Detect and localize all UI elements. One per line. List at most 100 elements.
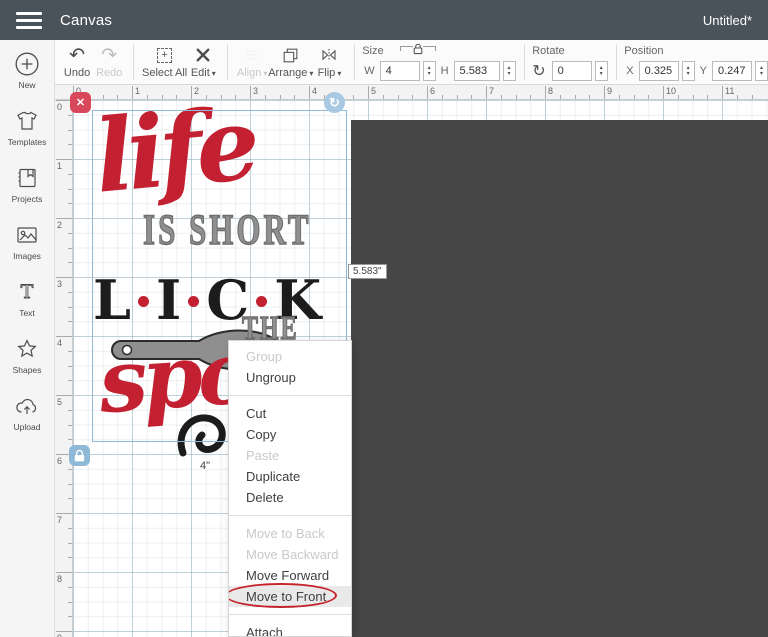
ruler-tick	[68, 262, 72, 264]
book-icon	[15, 164, 39, 192]
rotate-stepper[interactable]: ▴ ▾	[594, 61, 608, 81]
ruler-tick	[471, 95, 473, 99]
sidebar-item-templates[interactable]: Templates	[0, 107, 54, 164]
ruler-number: 9	[607, 86, 613, 96]
context-menu-item-duplicate[interactable]: Duplicate	[229, 466, 351, 487]
ruler-tick	[146, 95, 148, 99]
sidebar-item-images[interactable]: Images	[0, 221, 54, 278]
ruler-tick	[692, 95, 694, 99]
position-x-input[interactable]: 0.325	[638, 61, 679, 81]
selection-height-label: 5.583"	[348, 264, 387, 279]
ruler-tick	[68, 527, 72, 529]
ruler-number: 2	[194, 86, 200, 96]
ruler-tick	[353, 95, 355, 99]
context-menu-item-move-to-front[interactable]: Move to Front	[229, 583, 351, 608]
ruler-number: 11	[725, 86, 735, 96]
ruler-tick	[294, 95, 296, 99]
sidebar-item-text[interactable]: T Text	[0, 278, 54, 335]
ruler-number: 8	[57, 574, 63, 584]
height-stepper[interactable]: ▴ ▾	[502, 61, 516, 81]
selection-width-label: 4"	[200, 460, 211, 472]
ruler-tick	[618, 95, 620, 99]
ruler-tick	[368, 86, 369, 99]
arrange-dropdown[interactable]: Arrange ▾	[268, 40, 313, 84]
ruler-number: 7	[57, 515, 63, 525]
ruler-tick	[161, 95, 163, 99]
ruler-tick	[68, 601, 72, 603]
ruler-tick	[68, 173, 72, 175]
ruler-tick	[68, 380, 72, 382]
ruler-number: 1	[135, 86, 141, 96]
ruler-tick	[117, 95, 119, 99]
ruler-tick	[132, 86, 133, 99]
rotate-input[interactable]: 0	[551, 61, 592, 81]
undo-icon: ↶	[69, 44, 86, 66]
ruler-tick	[736, 95, 738, 99]
ruler-tick	[68, 114, 72, 116]
ruler-tick	[722, 86, 723, 99]
text-icon: T	[15, 278, 39, 306]
arrange-layers-icon	[281, 44, 300, 66]
sidebar-item-projects[interactable]: Projects	[0, 164, 54, 221]
ruler-number: 8	[548, 86, 554, 96]
ruler-tick	[176, 95, 178, 99]
ruler-tick	[456, 95, 458, 99]
canvas-area: 01234567891011 0123456789 life IS SHORT …	[55, 85, 768, 637]
ruler-tick	[68, 365, 72, 367]
ruler-tick	[751, 95, 753, 99]
edit-dropdown[interactable]: Edit ▾	[187, 40, 219, 84]
height-input[interactable]: 5.583	[453, 61, 500, 81]
ruler-number: 9	[57, 633, 62, 637]
position-y-input[interactable]: 0.247	[711, 61, 752, 81]
toolbar-separator	[133, 44, 134, 80]
align-dropdown: Align ▾	[236, 40, 268, 84]
flip-dropdown[interactable]: Flip ▾	[313, 40, 345, 84]
ruler-tick	[68, 483, 72, 485]
context-menu: Group Ungroup Cut Copy Paste Duplicate Delete M…	[228, 340, 352, 637]
design-space-window: Canvas Untitled* New Templates Projects	[0, 0, 768, 637]
ruler-number: 5	[57, 397, 63, 407]
lock-handle-icon[interactable]	[69, 445, 90, 466]
menu-divider	[229, 395, 351, 396]
left-sidebar: New Templates Projects Images T Text Sha…	[0, 40, 55, 637]
width-stepper[interactable]: ▴ ▾	[422, 61, 436, 81]
ruler-number: 6	[430, 86, 436, 96]
ruler-tick	[663, 86, 664, 99]
ruler-tick	[382, 95, 384, 99]
ruler-tick	[68, 247, 72, 249]
ruler-tick	[68, 409, 72, 411]
ruler-tick	[56, 336, 72, 337]
position-x-stepper[interactable]: ▴ ▾	[681, 61, 695, 81]
context-menu-item-copy[interactable]: Copy	[229, 424, 351, 445]
context-menu-item-delete[interactable]: Delete	[229, 487, 351, 508]
sidebar-item-new[interactable]: New	[0, 50, 54, 107]
lock-aspect-icon[interactable]	[413, 42, 423, 60]
ruler-tick	[441, 95, 443, 99]
width-input[interactable]: 4	[379, 61, 420, 81]
sidebar-item-shapes[interactable]: Shapes	[0, 335, 54, 392]
context-menu-item-ungroup[interactable]: Ungroup	[229, 367, 351, 388]
ruler-tick	[56, 277, 72, 278]
context-menu-item-attach[interactable]: Attach	[229, 622, 351, 636]
ruler-tick	[264, 95, 266, 99]
ruler-tick	[68, 468, 72, 470]
position-y-stepper[interactable]: ▴ ▾	[754, 61, 768, 81]
ruler-tick	[68, 188, 72, 190]
ruler-tick	[707, 95, 709, 99]
ruler-tick	[68, 498, 72, 500]
hamburger-menu-icon[interactable]	[16, 11, 42, 29]
sidebar-item-upload[interactable]: Upload	[0, 392, 54, 449]
context-menu-item-cut[interactable]: Cut	[229, 403, 351, 424]
toolbar-separator	[523, 44, 525, 80]
undo-button[interactable]: ↶ Undo	[61, 40, 93, 84]
ruler-tick	[68, 424, 72, 426]
delete-handle-icon[interactable]: ✕	[70, 92, 91, 113]
ruler-number: 4	[312, 86, 318, 96]
select-all-button[interactable]: + Select All	[142, 40, 187, 84]
context-menu-item-move-forward[interactable]: Move Forward	[229, 565, 351, 586]
ruler-tick	[500, 95, 502, 99]
svg-text:T: T	[21, 281, 34, 303]
ruler-tick	[191, 86, 192, 99]
rotate-handle-icon[interactable]: ↻	[324, 92, 345, 113]
ruler-tick	[68, 557, 72, 559]
